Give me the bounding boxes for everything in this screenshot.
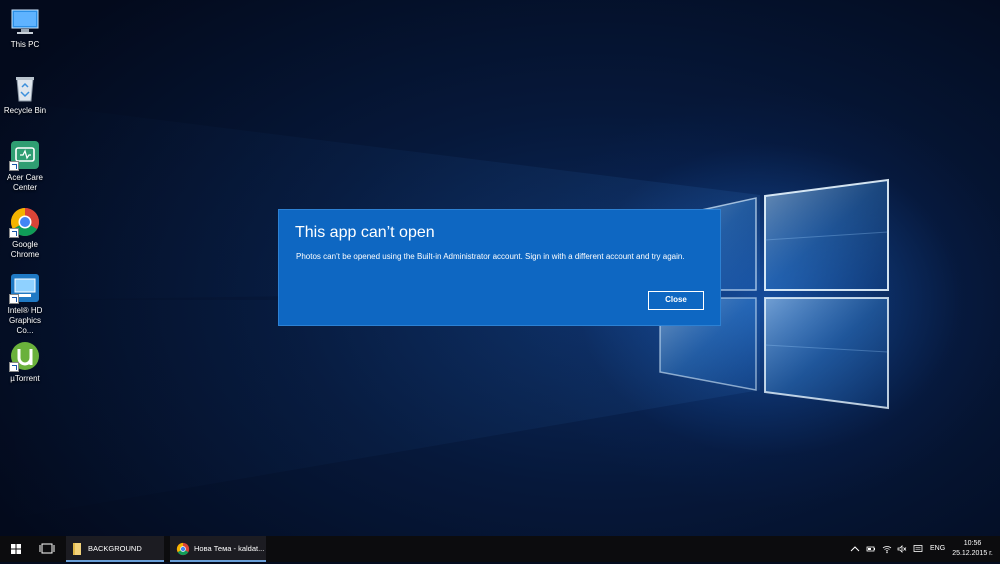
shortcut-arrow-icon (9, 161, 19, 171)
clock-time: 10:56 (963, 540, 982, 547)
action-center-icon[interactable] (913, 544, 923, 554)
dialog-message: Photos can’t be opened using the Built-i… (296, 252, 685, 261)
taskbar-app-background-folder[interactable]: BACKGROUND (66, 536, 164, 562)
clock-date: 25.12.2015 г. (952, 550, 993, 557)
close-button[interactable]: Close (648, 291, 704, 310)
desktop-icon-label: µTorrent (10, 374, 40, 383)
intel-graphics-icon (9, 272, 41, 304)
windows-start-icon (11, 544, 21, 554)
app-cant-open-dialog: This app can’t open Photos can’t be open… (278, 209, 721, 326)
desktop-icon-acer-care-center[interactable]: Acer Care Center (0, 139, 50, 193)
battery-icon[interactable] (866, 544, 876, 554)
desktop-icon-label: Google Chrome (10, 240, 40, 259)
recycle-bin-icon (9, 72, 41, 104)
shortcut-arrow-icon (9, 294, 19, 304)
desktop-icon-label: Acer Care Center (6, 173, 43, 192)
taskbar-app-label: BACKGROUND (88, 544, 142, 553)
desktop-icon-recycle-bin[interactable]: Recycle Bin (0, 72, 50, 116)
task-view-button[interactable] (34, 536, 60, 562)
language-indicator[interactable]: ENG (930, 545, 945, 552)
start-button[interactable] (0, 536, 32, 562)
task-view-icon (39, 543, 55, 554)
desktop-icon-label: This PC (10, 40, 40, 49)
chevron-up-icon[interactable] (850, 544, 860, 554)
this-pc-icon (9, 6, 41, 38)
chrome-icon (176, 542, 190, 556)
shortcut-arrow-icon (9, 362, 19, 372)
chrome-icon (9, 206, 41, 238)
utorrent-icon (9, 340, 41, 372)
taskbar-app-chrome[interactable]: Нова Тема - kaldat... (170, 536, 266, 562)
desktop-icon-label: Recycle Bin (3, 106, 47, 115)
taskbar-clock[interactable]: 10:56 25.12.2015 г. (950, 539, 995, 559)
desktop-icon-this-pc[interactable]: This PC (0, 6, 50, 50)
desktop-icon-utorrent[interactable]: µTorrent (0, 340, 50, 384)
shortcut-arrow-icon (9, 228, 19, 238)
wifi-icon[interactable] (882, 544, 892, 554)
desktop-icon-google-chrome[interactable]: Google Chrome (0, 206, 50, 260)
desktop-icon-label: Intel® HD Graphics Co... (7, 306, 43, 335)
dialog-title: This app can’t open (295, 224, 435, 241)
taskbar: BACKGROUND Нова Тема - kaldat... ENG 10:… (0, 536, 1000, 562)
folder-icon (73, 543, 81, 555)
desktop-icon-intel-graphics[interactable]: Intel® HD Graphics Co... (0, 272, 50, 336)
desktop: This PC Recycle Bin Acer Care Center Goo… (0, 0, 1000, 536)
taskbar-app-label: Нова Тема - kaldat... (194, 544, 265, 553)
acer-care-center-icon (9, 139, 41, 171)
volume-muted-icon[interactable] (897, 544, 907, 554)
